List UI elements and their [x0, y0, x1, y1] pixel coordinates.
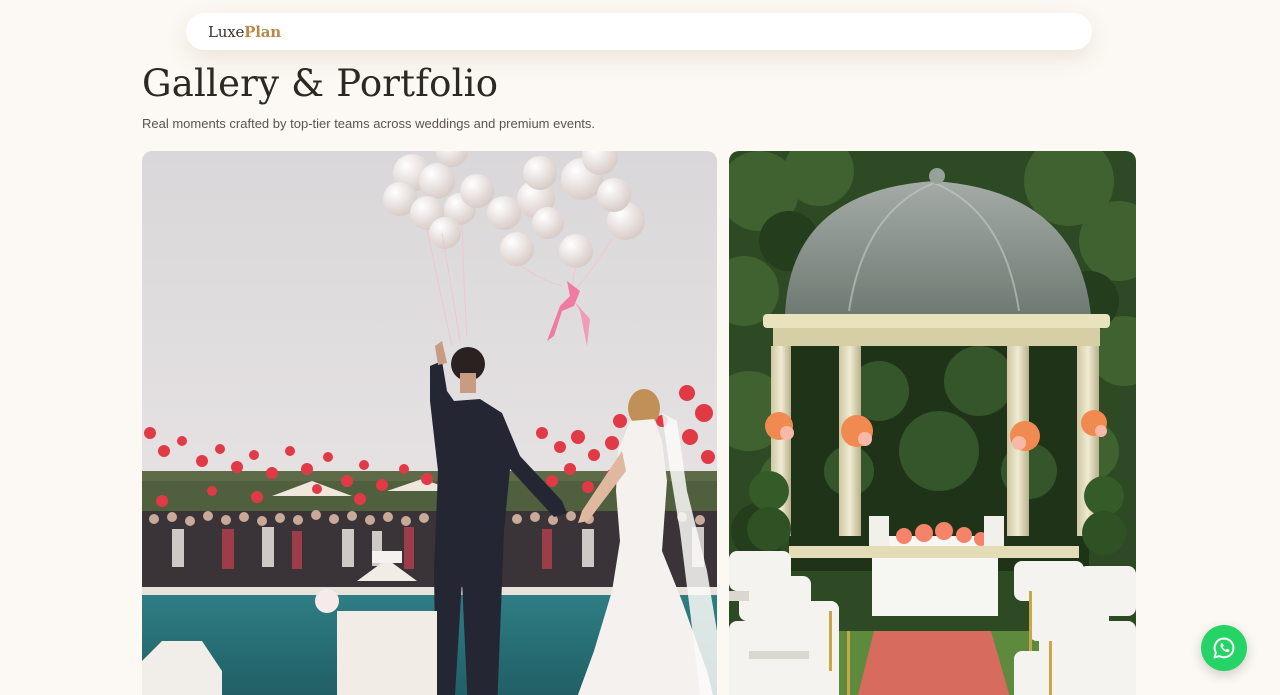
logo[interactable]: LuxePlan — [208, 23, 281, 41]
whatsapp-icon — [1213, 637, 1235, 659]
gallery-item-wedding-balloons[interactable] — [142, 151, 717, 695]
page-title: Gallery & Portfolio — [142, 62, 499, 105]
wedding-couple-balloons-photo — [142, 151, 717, 695]
navbar: LuxePlan — [186, 13, 1092, 50]
logo-text-plan: Plan — [244, 22, 281, 41]
logo-text-luxe: Luxe — [208, 22, 245, 41]
gallery-item-garden-gazebo[interactable] — [729, 151, 1136, 695]
whatsapp-button[interactable] — [1201, 625, 1247, 671]
page-subtitle: Real moments crafted by top-tier teams a… — [142, 116, 596, 131]
garden-gazebo-ceremony-photo — [729, 151, 1136, 695]
